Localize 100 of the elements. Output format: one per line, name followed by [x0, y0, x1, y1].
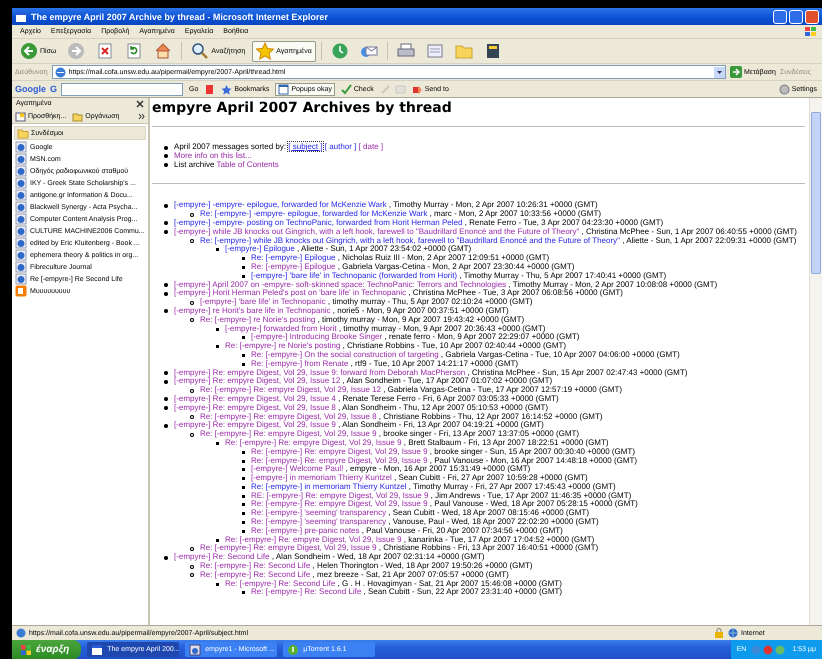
sort-link[interactable]: [ date ]: [358, 142, 384, 151]
message-link[interactable]: [-empyre-] -empyre- epilogue, forwarded for McKenzie Wark: [174, 200, 387, 210]
message-link[interactable]: Re: [-empyre-] Re: empyre Digest, Vol 29, Issue 9: [225, 534, 402, 544]
message-link[interactable]: [-empyre-] 'bare life' in Technopanic (forwarded from Horit): [251, 270, 458, 280]
message-byline: , Christina McPhee - Tue, 3 Apr 2007 06:08:56 +0000 (GMT): [408, 288, 623, 298]
g-menu-button[interactable]: G: [50, 84, 58, 94]
message-link[interactable]: Re: [-empyre-] 'seeming' transparency: [251, 508, 386, 518]
bullet-icon: [190, 415, 194, 420]
sort-link[interactable]: [ author ]: [324, 142, 356, 151]
message-link[interactable]: [-empyre-] forwarded from Horit: [225, 324, 337, 333]
windows-logo-icon: [804, 26, 818, 38]
web-page-icon: [15, 201, 27, 213]
message-link[interactable]: [-empyre-] -empyre- posting on TechnoPanic, forwarded from Horit Herman Peled: [174, 218, 462, 227]
message-link[interactable]: [-empyre-] Re: empyre Digest, Vol 29, Issue 9: forward from Deborah MacPherson: [174, 368, 466, 377]
message-link[interactable]: Re: [-empyre-] Epilogue: [251, 262, 336, 271]
message-link[interactable]: Re: [-empyre-] -empyre- epilogue, forwarded for McKenzie Wark: [200, 209, 428, 218]
message-link[interactable]: [-empyre-] Re: empyre Digest, Vol 29, Issue 4: [174, 394, 336, 403]
message-link[interactable]: [-empyre-] Re: empyre Digest, Vol 29, Issue 9: [174, 420, 336, 430]
bullet-icon: [190, 300, 194, 305]
message-link[interactable]: Re: [-empyre-] re Norie's posting: [225, 341, 340, 350]
web-page-icon: [15, 141, 27, 153]
message-byline: , Timothy Murray - Mon, 2 Apr 2007 10:08:08 +0000 (GMT): [508, 280, 718, 289]
message-link[interactable]: Re: [-empyre-] from Renate: [251, 358, 348, 368]
start-button[interactable]: έναρξη: [12, 640, 82, 659]
message-link[interactable]: [-empyre-] Horit Herman Peled's post on 'bare life' in Technopanic: [174, 288, 406, 298]
message-link[interactable]: Re: [-empyre-] On the social construction of targeting: [251, 350, 439, 359]
message-link[interactable]: [-empyre-] April 2007 on -empyre- soft-skinned space: TechnoPanic: Terrors and Technologies: [174, 280, 506, 289]
web-page-icon: [15, 273, 27, 285]
bullet-icon: [216, 582, 219, 586]
search-field[interactable]: [61, 82, 184, 96]
message-link[interactable]: Re: [-empyre-] Re: Second Life: [200, 570, 310, 579]
message-link[interactable]: Re: [-empyre-] Re: empyre Digest, Vol 29, Issue 9: [251, 446, 428, 456]
message-byline: , Christiane Robbins - Thu, 12 Apr 2007 16:14:52 +0000 (GMT): [378, 412, 603, 421]
message-link[interactable]: RE: [-empyre-] Re: empyre Digest, Vol 29, Issue 9: [251, 490, 428, 500]
message-link[interactable]: Re: [-empyre-] Re: empyre Digest, Vol 29, Issue 9: [251, 499, 428, 508]
scrollbar[interactable]: [809, 98, 822, 625]
message-link[interactable]: Re: [-empyre-] Re: Second Life: [251, 587, 362, 596]
windows-logo-icon: [20, 644, 32, 656]
bullet-icon: [190, 432, 194, 437]
bullet-icon: [242, 486, 245, 489]
bullet-icon: [216, 442, 219, 445]
message-byline: , brooke singer - Fri, 13 Apr 2007 13:37:05 +0000 (GMT): [378, 429, 580, 438]
message-link[interactable]: Re: [-empyre-] Re: Second Life: [200, 561, 310, 570]
scrollbar-thumb[interactable]: [811, 112, 821, 274]
message-link[interactable]: Re: [-empyre-] Re: empyre Digest, Vol 29, Issue 9: [200, 543, 377, 552]
bullet-icon: [164, 292, 168, 296]
history-icon: [330, 42, 349, 60]
go-arrow-icon: [730, 66, 742, 78]
message-link[interactable]: [-empyre-] Introducing Brooke Singer: [251, 332, 382, 342]
page-icon: [16, 628, 26, 638]
message-byline: , Christiane Robbins - Fri, 13 Apr 2007 16:40:51 +0000 (GMT): [378, 543, 598, 552]
bullet-icon: [242, 503, 245, 506]
bullet-icon: [242, 477, 245, 480]
message-link[interactable]: [-empyre-] Re: empyre Digest, Vol 29, Issue 12: [174, 376, 340, 386]
bullet-icon: [164, 309, 168, 314]
message-byline: , Aliette - Sun, 1 Apr 2007 23:54:02 +0000 (GMT): [297, 244, 472, 254]
message-link[interactable]: Re: [-empyre-] while JB knocks out Gingrich, with a left hook, farewell to "Baudrillard Enoncé and the Future of Theory": [200, 236, 620, 245]
message-byline: , Alan Sondheim - Fri, 13 Apr 2007 04:19:21 +0000 (GMT): [338, 420, 544, 430]
message-link[interactable]: [-empyre-] 'bare life' in Technopanic: [200, 297, 326, 306]
message-byline: , marc - Mon, 2 Apr 2007 10:33:56 +0000 (GMT): [430, 209, 601, 218]
message-link[interactable]: Re: [-empyre-] pre-panic notes: [251, 526, 360, 535]
message-link[interactable]: [-empyre-] Epilogue: [225, 244, 295, 254]
bullet-icon: [190, 573, 194, 578]
message-link[interactable]: Re: [-empyre-] Epilogue: [251, 253, 336, 262]
bullet-icon: [164, 397, 168, 402]
message-link[interactable]: [-empyre-] Re: empyre Digest, Vol 29, Issue 8: [174, 402, 336, 412]
message-byline: , norie5 - Mon, 9 Apr 2007 00:37:51 +0000 (GMT): [332, 306, 509, 315]
message-byline: , renate ferro - Mon, 9 Apr 2007 22:29:07 +0000 (GMT): [384, 332, 580, 342]
message-link[interactable]: [-empyre-] Welcome Paul!: [251, 464, 344, 474]
message-link[interactable]: Re: [-empyre-] in memoriam Thierry Kuntzel: [251, 482, 406, 491]
info-link[interactable]: More info on this list...: [174, 150, 252, 160]
message-byline: , Timothy Murray - Thu, 5 Apr 2007 17:40:41 +0000 (GMT): [459, 270, 666, 280]
message-link[interactable]: Re: [-empyre-] Re: empyre Digest, Vol 29, Issue 9: [200, 429, 377, 438]
maximize-button[interactable]: [789, 10, 803, 24]
message-link[interactable]: Re: [-empyre-] 'seeming' transparency: [251, 517, 386, 526]
message-link[interactable]: [-empyre-] Re: Second Life: [174, 552, 270, 562]
message-link[interactable]: Re: [-empyre-] Re: Second Life: [225, 578, 336, 588]
message-link[interactable]: Re: [-empyre-] Re: empyre Digest, Vol 29, Issue 9: [225, 438, 402, 447]
home-icon: [154, 42, 172, 60]
message-link[interactable]: [-empyre-] while JB knocks out Gingrich, with a left hook, farewell to "Baudrillard Enoncé and the Future of Theory": [174, 226, 580, 236]
message-link[interactable]: Re: [-empyre-] Re: empyre Digest, Vol 29, Issue 9: [251, 456, 428, 464]
globe-icon: [728, 628, 738, 638]
chevron-icon: [138, 112, 145, 120]
table-of-contents-link[interactable]: Table of Contents: [216, 160, 279, 169]
message-link[interactable]: Re: [-empyre-] Re: empyre Digest, Vol 29, Issue 12: [200, 385, 381, 394]
bullet-icon: [216, 345, 219, 348]
message-link[interactable]: [-empyre-] in memoriam Thierry Kuntzel: [251, 473, 392, 482]
message-link[interactable]: Re: [-empyre-] re Norie's posting: [200, 314, 316, 324]
message-link[interactable]: Re: [-empyre-] Re: empyre Digest, Vol 29, Issue 8: [200, 412, 377, 421]
google-logo: Google: [15, 84, 46, 94]
close-button[interactable]: [805, 10, 819, 24]
message-link[interactable]: [-empyre-] re Horit's bare life in Technopanic: [174, 306, 331, 315]
message-byline: , mez breeze - Sat, 21 Apr 2007 07:05:57 +0000 (GMT): [312, 570, 509, 579]
web-page-icon: [15, 177, 27, 189]
message-byline: , Timothy Murray - Fri, 27 Apr 2007 17:45:43 +0000 (GMT): [408, 482, 616, 491]
sort-link[interactable]: [ subject ]: [288, 142, 323, 151]
bullet-icon: [190, 212, 194, 217]
autofill-icon: [394, 84, 406, 94]
tray-icons-drawing: [751, 644, 788, 656]
minimize-button[interactable]: [773, 10, 787, 24]
